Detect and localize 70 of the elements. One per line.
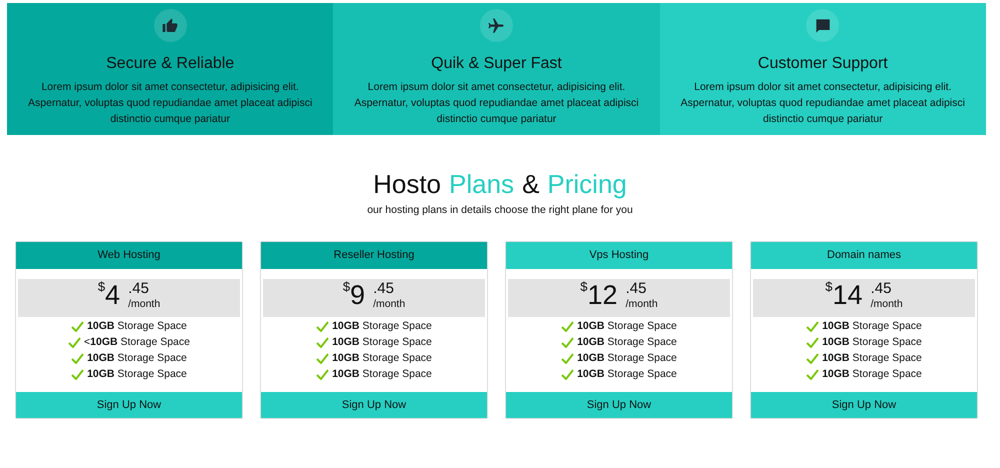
plan-feature: 10GB Storage Space xyxy=(822,366,922,382)
price-cents: .45 xyxy=(128,280,150,297)
price-amount: 4 xyxy=(105,280,120,310)
price-cents: .45 xyxy=(373,280,395,297)
plan-header: Domain names xyxy=(751,242,977,269)
feature-title: Secure & Reliable xyxy=(106,54,234,74)
plan-feature: 10GB Storage Space xyxy=(87,366,187,382)
plan-feature: 10GB Storage Space xyxy=(577,366,677,382)
check-icon xyxy=(71,321,84,332)
sign-up-button[interactable]: Sign Up Now xyxy=(16,392,242,418)
check-icon xyxy=(316,353,330,364)
sign-up-button[interactable]: Sign Up Now xyxy=(751,392,977,418)
check-icon xyxy=(561,353,574,364)
check-icon xyxy=(806,337,820,348)
price-amount: 12 xyxy=(588,280,618,310)
plan-feature: 10GB Storage Space xyxy=(332,334,432,350)
feature-title: Customer Support xyxy=(758,54,888,74)
thumbs-up-icon xyxy=(162,18,178,34)
plan-feature: 10GB Storage Space xyxy=(577,318,677,334)
currency-symbol: $ xyxy=(580,280,588,294)
plan-feature: 10GB Storage Space xyxy=(822,334,922,350)
currency-symbol: $ xyxy=(98,280,106,294)
check-icon xyxy=(316,337,330,348)
feature-description: Lorem ipsum dolor sit amet consectetur, adipisicing elit. Aspernatur, voluptas quod repudiandae amet placeat adipisci distinctio cumque pariatur xyxy=(680,80,966,127)
plan-feature: <10GB Storage Space xyxy=(84,334,190,350)
plan-feature: 10GB Storage Space xyxy=(577,334,677,350)
currency-symbol: $ xyxy=(825,280,833,294)
section-subtitle: our hosting plans in details choose the right plane for you xyxy=(367,203,633,218)
check-icon xyxy=(561,321,574,332)
plan-header: Reseller Hosting xyxy=(261,242,487,269)
price-amount: 9 xyxy=(350,280,366,310)
check-icon xyxy=(71,369,84,380)
check-icon xyxy=(316,369,330,380)
section-heading-word: & xyxy=(522,169,540,199)
plan-feature: 10GB Storage Space xyxy=(332,350,432,366)
plan-feature: 10GB Storage Space xyxy=(87,350,187,366)
check-icon xyxy=(806,321,820,332)
check-icon xyxy=(561,337,574,348)
feature-title: Quik & Super Fast xyxy=(431,54,562,74)
section-heading-word: Pricing xyxy=(547,169,627,199)
check-icon xyxy=(561,369,574,380)
sign-up-button[interactable]: Sign Up Now xyxy=(261,392,487,418)
price-amount: 14 xyxy=(832,280,863,310)
check-icon xyxy=(316,321,330,332)
feature-description: Lorem ipsum dolor sit amet consectetur, adipisicing elit. Aspernatur, voluptas quod repudiandae amet placeat adipisci distinctio cumque pariatur xyxy=(353,80,640,127)
plan-feature: 10GB Storage Space xyxy=(822,318,922,334)
chat-icon xyxy=(814,18,831,34)
plan-feature: 10GB Storage Space xyxy=(332,318,432,334)
price-cents: .45 xyxy=(870,280,892,297)
check-icon xyxy=(68,337,82,348)
plan-feature: 10GB Storage Space xyxy=(87,318,187,334)
check-icon xyxy=(806,369,820,380)
price-period: /month xyxy=(870,296,903,311)
price-period: /month xyxy=(626,296,658,311)
section-heading-word: Plans xyxy=(449,169,514,199)
feature-description: Lorem ipsum dolor sit amet consectetur, adipisicing elit. Aspernatur, voluptas quod repudiandae amet placeat adipisci distinctio cumque pariatur xyxy=(27,80,314,127)
sign-up-button[interactable]: Sign Up Now xyxy=(506,392,732,418)
price-cents: .45 xyxy=(626,280,648,297)
currency-symbol: $ xyxy=(342,280,350,294)
check-icon xyxy=(71,353,84,364)
plan-header: Web Hosting xyxy=(16,242,242,269)
section-heading-word: Hosto xyxy=(373,169,442,199)
airplane-icon xyxy=(487,16,506,34)
plan-feature: 10GB Storage Space xyxy=(822,350,922,366)
price-period: /month xyxy=(373,296,406,311)
plan-feature: 10GB Storage Space xyxy=(577,350,677,366)
plan-header: Vps Hosting xyxy=(506,242,732,269)
price-period: /month xyxy=(128,296,160,311)
check-icon xyxy=(806,353,820,364)
plan-feature: 10GB Storage Space xyxy=(332,366,432,382)
